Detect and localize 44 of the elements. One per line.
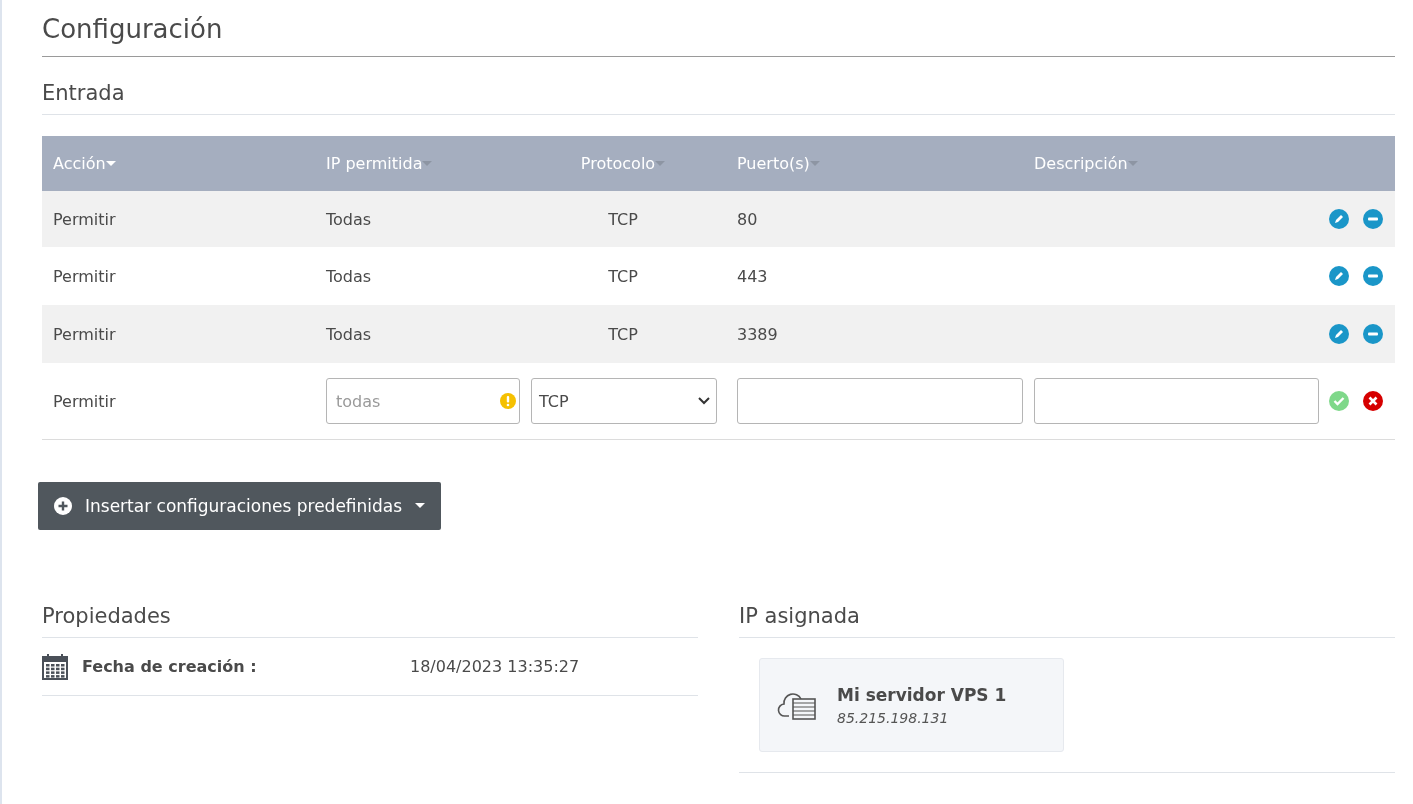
column-header[interactable]: Protocolo xyxy=(580,154,656,173)
column-header[interactable]: Puerto(s) xyxy=(737,154,810,173)
remove-icon[interactable] xyxy=(1363,266,1383,286)
remove-icon[interactable] xyxy=(1363,324,1383,344)
property-value: 18/04/2023 13:35:27 xyxy=(410,657,580,676)
column-header[interactable]: IP permitida xyxy=(326,154,423,173)
table-cell-text: 80 xyxy=(736,209,759,229)
table-cell-text: Todas xyxy=(325,209,373,229)
edit-icon[interactable] xyxy=(1329,324,1349,344)
ip-input-field[interactable]: todas xyxy=(326,378,520,424)
insert-presets-button[interactable]: Insertar configuraciones predefinidas xyxy=(38,482,442,530)
remove-icon[interactable] xyxy=(1363,209,1383,229)
table-cell-text: TCP xyxy=(607,324,639,344)
table-cell-text: Permitir xyxy=(52,209,117,229)
server-name: Mi servidor VPS 1 xyxy=(837,684,1007,705)
column-header[interactable]: Descripción xyxy=(1034,154,1128,173)
server-card[interactable]: Mi servidor VPS 1 85.215.198.131 xyxy=(759,658,1064,752)
table-cell-text: Permitir xyxy=(52,324,117,344)
section-title: IP asignada xyxy=(739,604,1395,638)
cancel-x-icon[interactable] xyxy=(1363,391,1383,411)
description-input-field[interactable] xyxy=(1034,378,1319,424)
table-cell-text: TCP xyxy=(607,266,639,286)
property-label: Fecha de creación : xyxy=(82,657,258,676)
plus-circle-icon xyxy=(54,497,72,515)
ports-input-field[interactable] xyxy=(737,378,1023,424)
section-title: Entrada xyxy=(42,57,1395,115)
page-title: Configuración xyxy=(42,0,1395,57)
table-cell-text: 3389 xyxy=(736,324,779,344)
section-title: Propiedades xyxy=(42,604,698,638)
column-header[interactable]: Acción xyxy=(53,154,106,173)
edit-icon[interactable] xyxy=(1329,209,1349,229)
protocol-select[interactable]: TCP xyxy=(531,378,717,424)
chevron-down-icon xyxy=(698,397,710,405)
table-cell-text: Todas xyxy=(325,324,373,344)
table-cell-text: Permitir xyxy=(52,391,117,411)
server-ip: 85.215.198.131 xyxy=(837,709,950,726)
caret-icon xyxy=(415,503,426,509)
edit-icon[interactable] xyxy=(1329,266,1349,286)
table-cell-text: TCP xyxy=(607,209,639,229)
table-cell-text: Permitir xyxy=(52,266,117,286)
table-cell-text: Todas xyxy=(325,266,373,286)
table-cell-text: 443 xyxy=(736,266,769,286)
confirm-check-icon[interactable] xyxy=(1329,391,1349,411)
calendar-icon xyxy=(42,653,68,680)
